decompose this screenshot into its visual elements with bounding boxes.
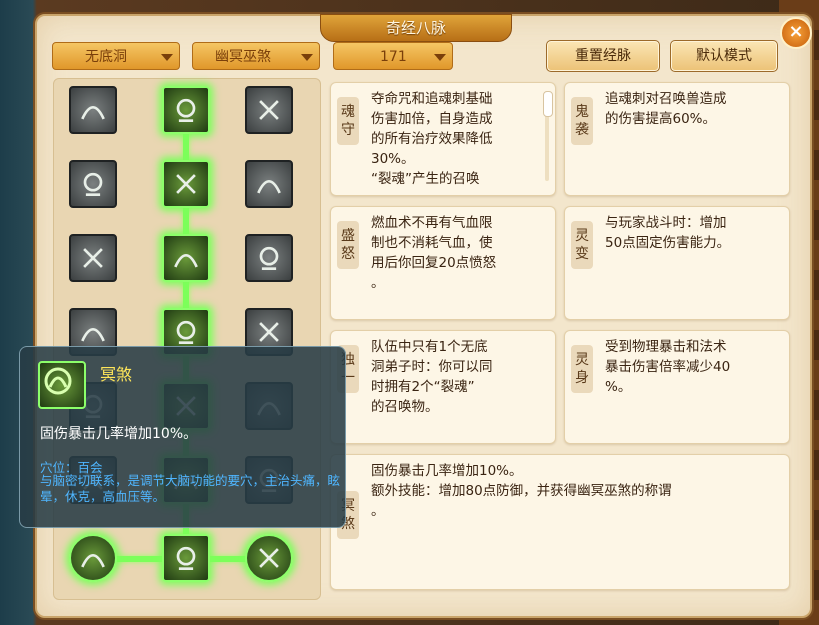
skill-glyph-icon <box>81 328 105 342</box>
meridian-node-6-0[interactable] <box>69 534 117 582</box>
skill-desc: 与玩家战斗时：增加 50点固定伤害能力。 <box>605 215 731 251</box>
school-dropdown-value: 无底洞 <box>85 49 127 65</box>
branch-dropdown[interactable]: 幽冥巫煞 <box>192 42 320 70</box>
chevron-down-icon <box>434 54 446 61</box>
skill-glyph-icon <box>176 98 196 122</box>
meridian-node-2-1[interactable] <box>162 234 210 282</box>
skill-card-hunshou[interactable]: 魂守 夺命咒和追魂刺基础 伤害加倍，自身造成 的所有治疗效果降低 30%。 “裂… <box>330 82 556 196</box>
meridian-node-0-2[interactable] <box>245 86 293 134</box>
close-icon: × <box>788 21 804 42</box>
meridian-node-1-1[interactable] <box>162 160 210 208</box>
skill-card-lingshen[interactable]: 灵身 受到物理暴击和法术 暴击伤害倍率减少40 %。 <box>564 330 790 444</box>
skill-card-lingbian[interactable]: 灵变 与玩家战斗时：增加 50点固定伤害能力。 <box>564 206 790 320</box>
meridian-node-6-2[interactable] <box>245 534 293 582</box>
skill-tooltip: 冥煞 固伤暴击几率增加10%。 穴位：百会 与脑密切联系，是调节大脑功能的要穴，… <box>19 346 346 528</box>
meridian-node-2-2[interactable] <box>245 234 293 282</box>
skill-glyph-icon <box>176 546 196 570</box>
skill-glyph-icon <box>176 174 196 194</box>
skill-name: 魂守 <box>337 97 359 145</box>
window-title: 奇经八脉 <box>320 14 512 42</box>
skill-desc: 队伍中只有1个无底 洞弟子时：你可以同 时拥有2个“裂魂” 的召唤物。 <box>371 339 493 415</box>
branch-dropdown-value: 幽冥巫煞 <box>215 49 271 65</box>
meridian-node-1-2[interactable] <box>245 160 293 208</box>
scrollbar[interactable] <box>543 91 553 181</box>
tooltip-title: 冥煞 <box>100 365 133 384</box>
skill-glyph-icon <box>259 246 279 270</box>
skill-card-shengnu[interactable]: 盛怒 燃血术不再有气血限 制也不消耗气血，使 用后你回复20点愤怒 。 <box>330 206 556 320</box>
skill-glyph-icon <box>257 180 281 194</box>
scroll-thumb[interactable] <box>543 91 553 117</box>
skill-glyph-icon <box>83 172 103 196</box>
meridian-node-1-0[interactable] <box>69 160 117 208</box>
meridian-node-0-0[interactable] <box>69 86 117 134</box>
school-dropdown[interactable]: 无底洞 <box>52 42 180 70</box>
skill-name: 灵身 <box>571 345 593 393</box>
skill-desc: 固伤暴击几率增加10%。 额外技能：增加80点防御，并获得幽冥巫煞的称谓 。 <box>371 463 672 519</box>
chevron-down-icon <box>161 54 173 61</box>
mingsha-skill-icon <box>38 361 86 409</box>
skill-desc: 夺命咒和追魂刺基础 伤害加倍，自身造成 的所有治疗效果降低 30%。 “裂魂”产… <box>371 91 493 187</box>
skill-glyph-icon <box>81 554 105 568</box>
points-dropdown-value: 171 <box>380 49 407 65</box>
tooltip-note: 与脑密切联系，是调节大脑功能的要穴，主治头痛，眩晕，休克，高血压等。 <box>40 473 341 504</box>
reset-meridian-button[interactable]: 重置经脉 <box>546 40 660 72</box>
skill-desc: 追魂刺对召唤兽造成 的伤害提高60%。 <box>605 91 727 127</box>
skill-glyph-icon <box>83 248 103 268</box>
skill-glyph-icon <box>176 320 196 344</box>
skill-glyph-icon <box>259 548 279 568</box>
skill-glyph-icon <box>259 100 279 120</box>
meridian-node-0-1[interactable] <box>162 86 210 134</box>
default-mode-button[interactable]: 默认模式 <box>670 40 778 72</box>
skill-glyph-icon <box>174 254 198 268</box>
skill-card-duyi[interactable]: 独一 队伍中只有1个无底 洞弟子时：你可以同 时拥有2个“裂魂” 的召唤物。 <box>330 330 556 444</box>
skill-name: 盛怒 <box>337 221 359 269</box>
skill-glyph-icon <box>259 322 279 342</box>
chevron-down-icon <box>301 54 313 61</box>
meridian-node-2-0[interactable] <box>69 234 117 282</box>
skill-desc: 受到物理暴击和法术 暴击伤害倍率减少40 %。 <box>605 339 731 395</box>
skill-glyph-icon <box>81 106 105 120</box>
close-button[interactable]: × <box>780 17 812 49</box>
meridian-node-6-1[interactable] <box>162 534 210 582</box>
tooltip-effect: 固伤暴击几率增加10%。 <box>40 426 198 442</box>
skill-name: 鬼袭 <box>571 97 593 145</box>
skill-desc: 燃血术不再有气血限 制也不消耗气血，使 用后你回复20点愤怒 。 <box>371 215 497 291</box>
skill-name: 灵变 <box>571 221 593 269</box>
skill-card-mingsha[interactable]: 冥煞 固伤暴击几率增加10%。 额外技能：增加80点防御，并获得幽冥巫煞的称谓 … <box>330 454 790 590</box>
skill-card-guixi[interactable]: 鬼袭 追魂刺对召唤兽造成 的伤害提高60%。 <box>564 82 790 196</box>
points-dropdown[interactable]: 171 <box>333 42 453 70</box>
